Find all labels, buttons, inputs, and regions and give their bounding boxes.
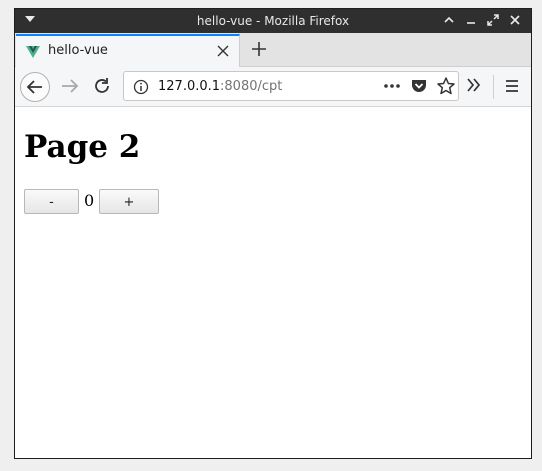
forward-arrow-icon xyxy=(62,79,79,93)
toolbar-separator xyxy=(493,75,494,99)
tab-hello-vue[interactable]: hello-vue xyxy=(16,34,240,67)
tab-title: hello-vue xyxy=(48,43,108,58)
increment-button[interactable]: + xyxy=(99,189,159,214)
hamburger-menu-icon[interactable] xyxy=(504,78,520,98)
window-controls xyxy=(441,12,523,28)
bookmark-star-icon[interactable] xyxy=(436,76,456,100)
url-host: 127.0.0.1 xyxy=(158,79,221,94)
tab-bar: hello-vue xyxy=(15,33,531,67)
browser-window: hello-vue - Mozilla Firefox hello-vue 12… xyxy=(14,8,532,459)
maximize-icon[interactable] xyxy=(485,12,501,28)
overflow-menu-icon[interactable] xyxy=(465,76,483,98)
page-content: Page 2 - 0 + xyxy=(15,107,531,458)
decrement-button[interactable]: - xyxy=(24,189,79,214)
page-actions-icon[interactable] xyxy=(382,77,402,99)
page-heading: Page 2 xyxy=(24,129,141,165)
site-info-icon[interactable] xyxy=(133,79,149,99)
tab-close-icon[interactable] xyxy=(217,41,229,62)
minimize-icon[interactable] xyxy=(441,12,457,28)
title-bar: hello-vue - Mozilla Firefox xyxy=(15,9,531,33)
pocket-icon[interactable] xyxy=(410,78,428,98)
new-tab-icon[interactable] xyxy=(247,36,271,64)
navigation-toolbar: 127.0.0.1:8080/cpt xyxy=(15,67,531,107)
back-button[interactable] xyxy=(20,72,50,102)
reload-button[interactable] xyxy=(91,75,113,101)
vue-logo-icon xyxy=(26,44,40,63)
url-text: 127.0.0.1:8080/cpt xyxy=(158,79,282,94)
url-path: :8080/cpt xyxy=(220,79,283,94)
url-bar[interactable]: 127.0.0.1:8080/cpt xyxy=(123,71,459,101)
minimize-window-icon[interactable] xyxy=(463,12,479,28)
reload-icon xyxy=(95,78,109,93)
forward-button[interactable] xyxy=(59,75,81,101)
close-icon[interactable] xyxy=(507,12,523,28)
counter-value: 0 xyxy=(84,191,95,210)
back-arrow-icon xyxy=(26,80,42,94)
